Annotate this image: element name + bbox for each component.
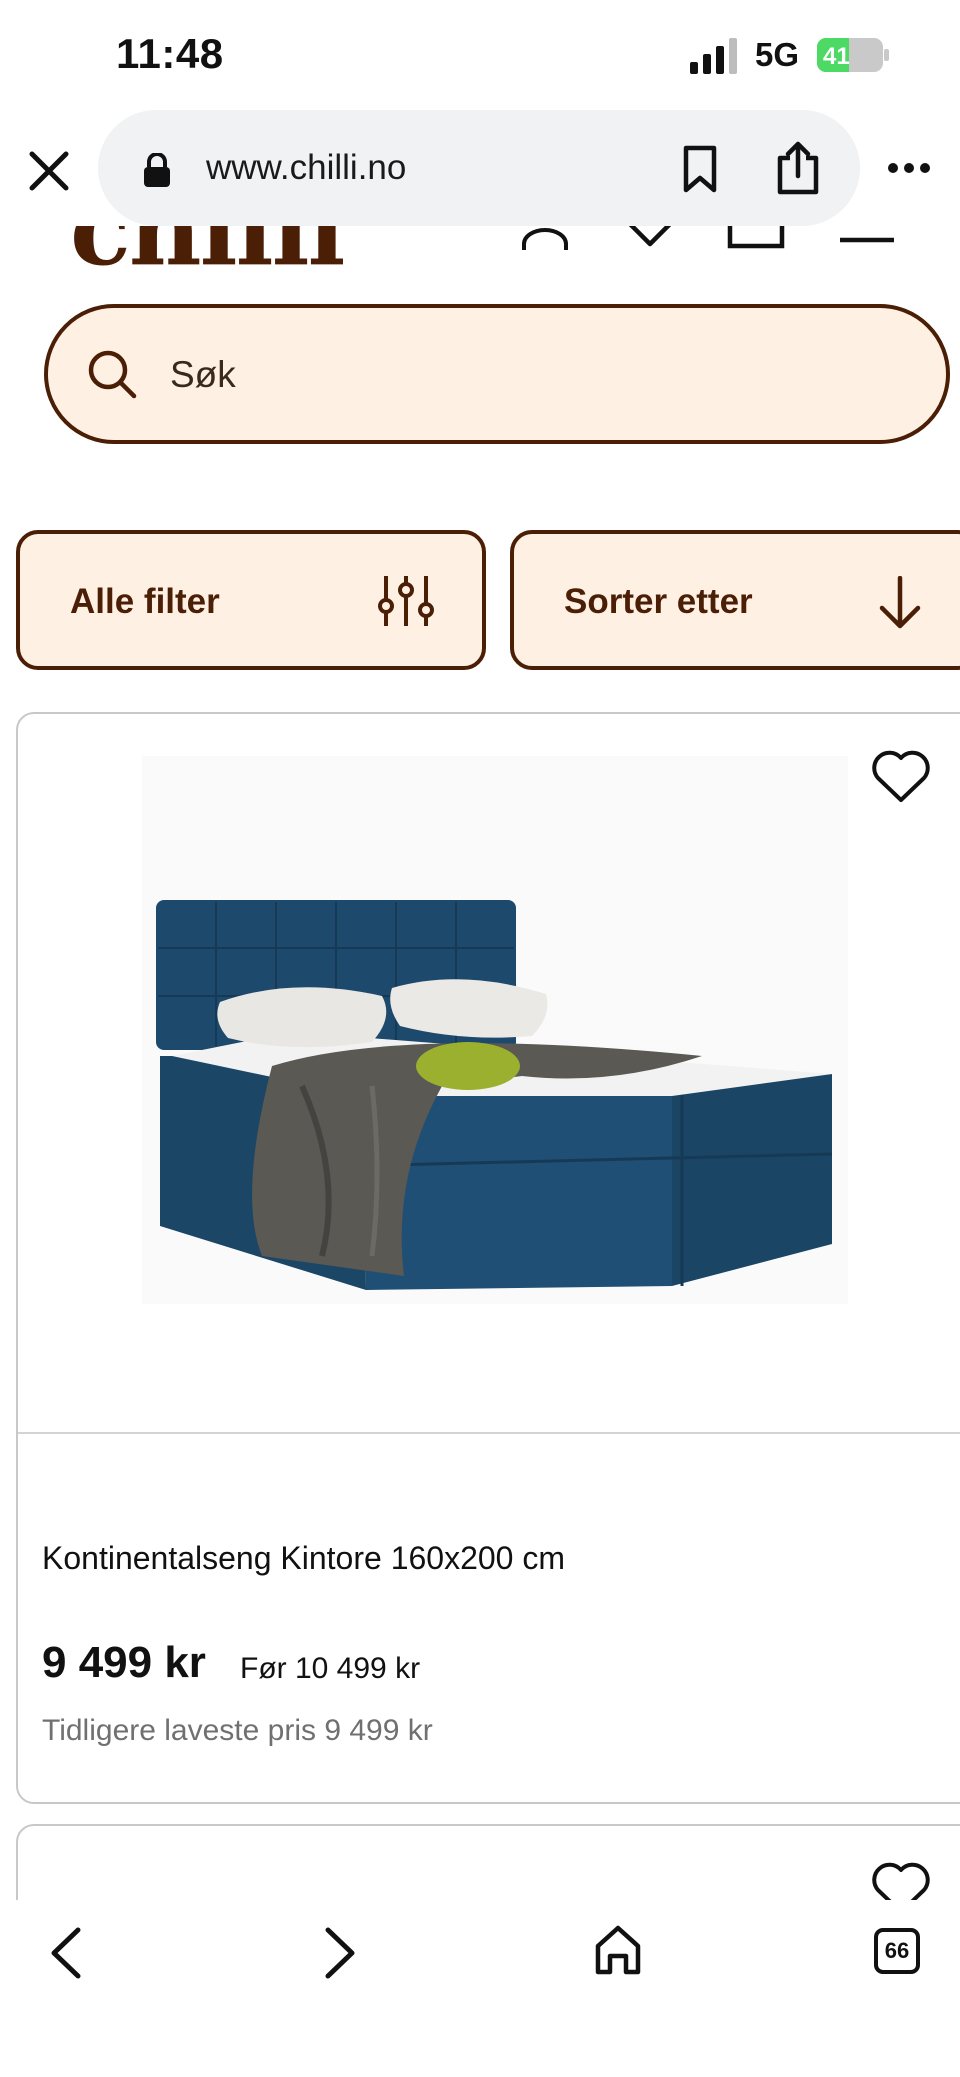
account-icon[interactable] bbox=[520, 226, 570, 252]
url-text[interactable]: www.chilli.no bbox=[206, 148, 406, 188]
sort-label: Sorter etter bbox=[564, 582, 753, 621]
site-logo[interactable]: chilli bbox=[70, 226, 346, 276]
bookmark-icon[interactable] bbox=[680, 144, 720, 194]
network-type: 5G bbox=[755, 36, 800, 73]
status-bar: 11:48 5G 41 bbox=[0, 0, 960, 110]
product-price: 9 499 kr bbox=[42, 1638, 206, 1687]
arrow-down-icon bbox=[879, 576, 921, 629]
all-filters-button[interactable]: Alle filter bbox=[16, 530, 486, 670]
browser-toolbar bbox=[0, 1900, 960, 2077]
close-icon[interactable] bbox=[24, 146, 74, 196]
site-header: chilli bbox=[0, 226, 960, 276]
tab-count: 66 bbox=[884, 1938, 910, 1963]
back-icon[interactable] bbox=[44, 1926, 88, 1980]
forward-icon[interactable] bbox=[318, 1926, 362, 1980]
sort-button[interactable]: Sorter etter bbox=[510, 530, 960, 670]
product-title[interactable]: Kontinentalseng Kintore 160x200 cm bbox=[42, 1540, 565, 1577]
search-placeholder: Søk bbox=[170, 354, 236, 395]
more-icon[interactable] bbox=[886, 160, 932, 176]
battery-level: 41 bbox=[823, 43, 850, 70]
product-image[interactable] bbox=[142, 756, 848, 1304]
all-filters-label: Alle filter bbox=[70, 582, 220, 621]
favorite-heart-icon[interactable] bbox=[870, 748, 932, 804]
card-divider bbox=[18, 1432, 960, 1434]
search-icon bbox=[88, 350, 137, 399]
cart-icon[interactable] bbox=[726, 226, 786, 250]
status-time: 11:48 bbox=[116, 30, 224, 77]
wishlist-heart-icon[interactable] bbox=[616, 226, 684, 250]
tabs-icon[interactable]: 66 bbox=[874, 1928, 920, 1974]
signal-icon bbox=[690, 38, 737, 74]
filter-sliders-icon bbox=[378, 576, 434, 626]
home-icon[interactable] bbox=[594, 1924, 642, 1976]
product-lowest-price: Tidligere laveste pris 9 499 kr bbox=[42, 1714, 433, 1747]
product-old-price: Før 10 499 kr bbox=[240, 1652, 421, 1685]
share-icon[interactable] bbox=[774, 140, 822, 196]
favorite-heart-icon[interactable] bbox=[870, 1860, 932, 1900]
menu-icon[interactable] bbox=[838, 226, 896, 246]
battery-icon: 41 bbox=[817, 38, 889, 72]
lock-icon bbox=[144, 153, 170, 187]
